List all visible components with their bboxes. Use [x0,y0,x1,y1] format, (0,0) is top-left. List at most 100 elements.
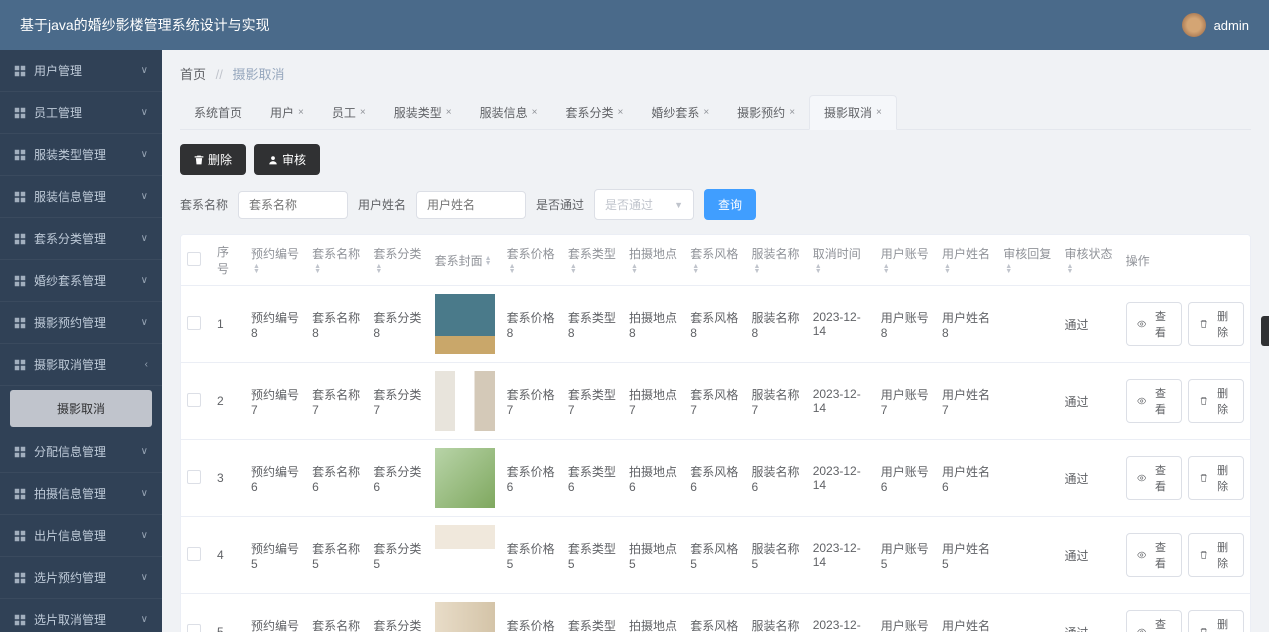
grid-icon [14,233,26,245]
select-placeholder: 是否通过 [605,196,653,213]
sidebar-item[interactable]: 用户管理∨ [0,50,162,92]
tab[interactable]: 婚纱套系× [637,95,723,129]
close-icon[interactable]: × [617,107,623,118]
row-delete-button[interactable]: 删除 [1188,379,1244,423]
close-icon[interactable]: × [360,107,366,118]
row-checkbox[interactable] [187,624,201,632]
view-button[interactable]: 查看 [1126,456,1182,500]
trash-icon [194,155,204,165]
row-delete-button[interactable]: 删除 [1188,302,1244,346]
th-dress[interactable]: 服装名称▲▼ [745,235,806,286]
grid-icon [14,275,26,287]
search-input-setname[interactable] [238,191,348,219]
view-button[interactable]: 查看 [1126,302,1182,346]
cell-canceltime: 2023-12-14 [807,594,875,632]
sort-icon: ▲▼ [883,264,890,274]
cell-canceltime: 2023-12-14 [807,517,875,594]
trash-icon [1199,550,1208,560]
tab-label: 摄影预约 [737,104,785,121]
cell-type: 套系类型4 [562,594,623,632]
view-button[interactable]: 查看 [1126,379,1182,423]
tab[interactable]: 系统首页 [180,95,256,129]
search-label-setname: 套系名称 [180,196,228,213]
th-location[interactable]: 拍摄地点▲▼ [623,235,684,286]
tab[interactable]: 用户× [256,95,318,129]
close-icon[interactable]: × [876,107,882,118]
sidebar-item[interactable]: 员工管理∨ [0,92,162,134]
tab[interactable]: 服装信息 × [466,95,552,129]
th-setname[interactable]: 套系名称▲▼ [306,235,367,286]
sidebar-item[interactable]: 婚纱套系管理∨ [0,260,162,302]
sidebar-item-label: 婚纱套系管理 [34,272,106,289]
sidebar-item[interactable]: 拍摄信息管理∨ [0,473,162,515]
tab[interactable]: 摄影取消× [809,95,897,130]
row-checkbox[interactable] [187,470,201,484]
tab[interactable]: 套系分类× [551,95,637,129]
sidebar-subitem[interactable]: 摄影取消 [10,390,152,427]
audit-button[interactable]: 审核 [254,144,320,175]
sidebar-item[interactable]: 服装信息管理∨ [0,176,162,218]
view-button[interactable]: 查看 [1126,533,1182,577]
sidebar-item[interactable]: 套系分类管理∨ [0,218,162,260]
row-delete-button[interactable]: 删除 [1188,610,1244,632]
cell-yycode: 预约编号4 [245,594,306,632]
th-account[interactable]: 用户账号▲▼ [875,235,936,286]
chevron-icon: ∨ [141,446,148,457]
row-delete-button[interactable]: 删除 [1188,456,1244,500]
close-icon[interactable]: × [446,107,452,118]
cell-dress: 服装名称4 [745,594,806,632]
row-checkbox[interactable] [187,547,201,561]
th-yycode[interactable]: 预约编号▲▼ [245,235,306,286]
sidebar-item[interactable]: 分配信息管理∨ [0,431,162,473]
scroll-indicator[interactable] [1261,316,1269,346]
row-checkbox[interactable] [187,316,201,330]
th-price[interactable]: 套系价格▲▼ [501,235,562,286]
checkbox-all[interactable] [187,252,201,266]
cell-account: 用户账号6 [875,440,936,517]
cell-type: 套系类型7 [562,363,623,440]
th-type[interactable]: 套系类型▲▼ [562,235,623,286]
cell-setcat: 套系分类6 [367,440,428,517]
cell-seq: 5 [211,594,245,632]
sidebar-item-label: 套系分类管理 [34,230,106,247]
sidebar-item[interactable]: 出片信息管理∨ [0,515,162,557]
cell-dress: 服装名称5 [745,517,806,594]
sidebar-item[interactable]: 摄影预约管理∨ [0,302,162,344]
th-style[interactable]: 套系风格▲▼ [684,235,745,286]
th-setcat[interactable]: 套系分类▲▼ [367,235,428,286]
th-seq[interactable]: 序号 [211,235,245,286]
th-username[interactable]: 用户姓名▲▼ [936,235,997,286]
row-checkbox[interactable] [187,393,201,407]
cell-reply [997,594,1058,632]
close-icon[interactable]: × [298,107,304,118]
search-input-username[interactable] [416,191,526,219]
view-button[interactable]: 查看 [1126,610,1182,632]
tab[interactable]: 服装类型× [380,95,466,129]
row-delete-button[interactable]: 删除 [1188,533,1244,577]
search-select-pass[interactable]: 是否通过 ▼ [594,189,694,220]
header-user[interactable]: admin [1182,13,1249,37]
sidebar-item[interactable]: 摄影取消管理‹ [0,344,162,386]
sidebar-item[interactable]: 选片预约管理∨ [0,557,162,599]
close-icon[interactable]: × [532,107,538,118]
cell-canceltime: 2023-12-14 [807,363,875,440]
close-icon[interactable]: × [789,107,795,118]
breadcrumb-home[interactable]: 首页 [180,67,206,82]
th-reply[interactable]: 审核回复▲▼ [997,235,1058,286]
tab[interactable]: 员工× [318,95,380,129]
tab[interactable]: 摄影预约 × [723,95,809,129]
search-button[interactable]: 查询 [704,189,756,220]
th-status[interactable]: 审核状态▲▼ [1058,235,1119,286]
cell-seq: 4 [211,517,245,594]
sidebar-item[interactable]: 服装类型管理∨ [0,134,162,176]
th-canceltime[interactable]: 取消时间▲▼ [807,235,875,286]
tab-label: 服装信息 [480,104,528,121]
table-row: 5 预约编号4 套系名称4 套系分类4 套系价格4 套系类型4 拍摄地点4 套系… [181,594,1250,632]
th-cover[interactable]: 套系封面▲▼ [429,235,501,286]
cell-location: 拍摄地点5 [623,517,684,594]
sidebar-item[interactable]: 选片取消管理∨ [0,599,162,632]
delete-button[interactable]: 删除 [180,144,246,175]
table-row: 1 预约编号8 套系名称8 套系分类8 套系价格8 套系类型8 拍摄地点8 套系… [181,286,1250,363]
cell-price: 套系价格7 [501,363,562,440]
close-icon[interactable]: × [703,107,709,118]
